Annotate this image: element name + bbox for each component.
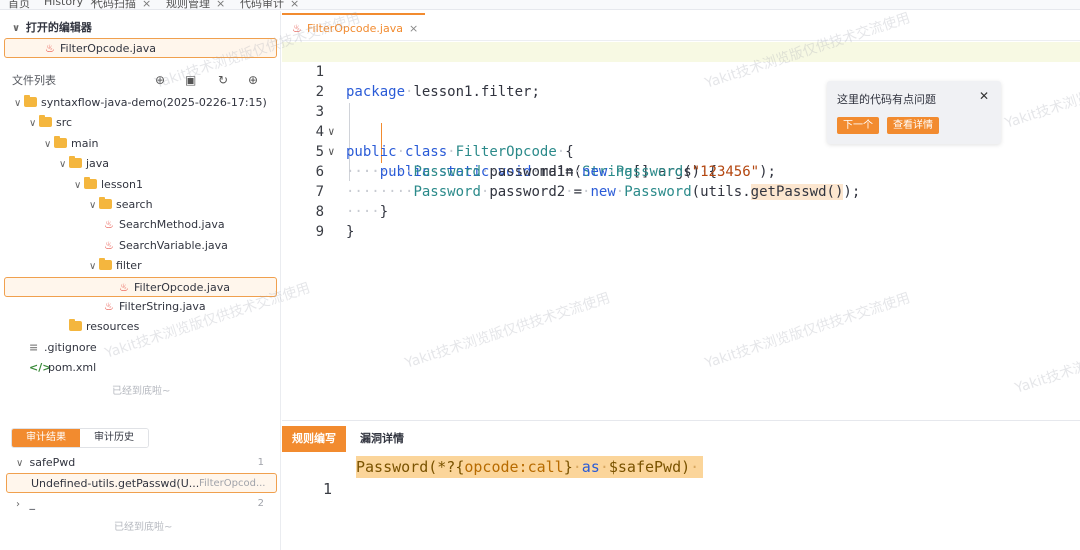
tree-item[interactable]: ♨ SearchVariable.java (104, 236, 228, 256)
folder-icon (69, 319, 82, 332)
rule-text: Password(*?{opcode:call}·as·$safePwd)· (356, 456, 704, 478)
code-line-1[interactable]: 1 package·lesson1.filter; (282, 42, 1080, 100)
tab-divider (282, 40, 1080, 41)
tree-item[interactable]: ∨ syntaxflow-java-demo(2025-0226-17:15) (14, 93, 267, 113)
result-group-underscore[interactable]: › _ 2 (16, 494, 278, 514)
tree-item[interactable]: resources (69, 317, 139, 337)
tooltip-message: 这里的代码有点问题 (837, 93, 936, 106)
code-line-8[interactable]: 8 } (282, 182, 1080, 240)
folder-icon (24, 95, 37, 107)
folder-icon (69, 156, 82, 169)
code-line-9[interactable]: 9 (282, 202, 1080, 240)
rules-panel: 规则编写 漏洞详情 1 Password(*?{opcode:call}·as·… (282, 420, 1080, 550)
tree-item[interactable]: ♨ FilterOpcode.java (4, 276, 277, 297)
refresh-icon[interactable]: ↻ (218, 73, 228, 87)
tab-rule-manage[interactable]: 规则管理 × (166, 0, 225, 9)
next-button[interactable]: 下一个 (837, 117, 879, 134)
results-end-text: 已经到底啦~ (114, 522, 173, 533)
tab-audit-result[interactable]: 审计结果 (12, 429, 80, 447)
close-icon[interactable]: × (216, 0, 225, 9)
code-line-6[interactable]: 6 ········Password·password2·=·new·Passw… (282, 142, 1080, 200)
chevron-down-icon: ∨ (29, 118, 37, 130)
close-icon[interactable]: × (142, 0, 151, 9)
result-file: FilterOpcod... (199, 478, 266, 489)
java-file-icon: ♨ (104, 238, 114, 252)
java-file-icon: ♨ (104, 218, 114, 232)
locate-icon[interactable]: ⊕ (155, 73, 165, 87)
chevron-down-icon: ∨ (44, 138, 52, 150)
tab-code-audit[interactable]: 代码审计 × (240, 0, 299, 9)
tree-item[interactable]: ∨ java (59, 154, 109, 174)
java-file-icon: ♨ (104, 300, 114, 313)
rule-editor-line[interactable]: 1 Password(*?{opcode:call}·as·$safePwd)· (282, 456, 1080, 498)
open-editors-header[interactable]: ∨ 打开的编辑器 (12, 19, 92, 35)
result-tabs: 审计结果 审计历史 (11, 428, 149, 448)
chevron-down-icon: ∨ (89, 261, 97, 273)
tree-end-text: 已经到底啦~ (112, 386, 171, 397)
java-file-icon: ♨ (119, 280, 129, 294)
chevron-down-icon: ∨ (14, 98, 22, 109)
java-file-icon: ♨ (292, 22, 302, 35)
editor-tab-filteropcode[interactable]: ♨ FilterOpcode.java × (282, 13, 425, 40)
tree-item[interactable]: ≡ .gitignore (29, 338, 97, 358)
tab-vuln-detail[interactable]: 漏洞详情 (350, 426, 414, 452)
close-icon[interactable]: ✕ (979, 89, 989, 103)
tree-item[interactable]: ∨ src (29, 113, 72, 133)
xml-file-icon: </> (29, 361, 52, 375)
code-line-7[interactable]: 7 ····} (282, 162, 1080, 220)
chevron-right-icon: › (16, 499, 20, 510)
code-editor: ♨ FilterOpcode.java × 1 package·lesson1.fi… (282, 11, 1080, 420)
tab-code-scan[interactable]: 代码扫描 × (92, 0, 151, 9)
issue-tooltip: 这里的代码有点问题 ✕ 下一个 查看详情 (827, 81, 1001, 144)
folder-icon (39, 115, 52, 128)
tree-item[interactable]: ∨ filter (89, 256, 142, 276)
result-count: 1 (257, 457, 264, 468)
tree-item[interactable]: </>pom.xml (29, 358, 96, 378)
tab-home[interactable]: 首页 (8, 0, 30, 9)
tab-rule-writing[interactable]: 规则编写 (282, 426, 346, 452)
add-icon[interactable]: ⊕ (248, 73, 258, 87)
tree-item[interactable]: ∨ lesson1 (74, 175, 143, 195)
chevron-down-icon: ∨ (16, 458, 24, 469)
folder-icon (99, 197, 112, 209)
chevron-down-icon: ∨ (89, 200, 97, 211)
folder-icon (99, 258, 112, 271)
tree-item[interactable]: ♨ SearchMethod.java (104, 215, 225, 235)
view-detail-button[interactable]: 查看详情 (887, 117, 939, 134)
tree-item[interactable]: ∨ search (89, 195, 153, 215)
result-group-safepwd[interactable]: ∨ safePwd 1 (16, 453, 278, 473)
tab-history[interactable]: History × (44, 0, 98, 8)
close-icon[interactable]: × (409, 22, 418, 35)
tab-audit-history[interactable]: 审计历史 (80, 429, 148, 447)
chevron-down-icon: ∨ (12, 23, 21, 34)
java-file-icon: ♨ (45, 42, 55, 55)
sidebar: ∨ 打开的编辑器 ♨ FilterOpcode.java 文件列表 ⊕ ▣ ↻ ⊕… (0, 11, 281, 550)
chevron-down-icon: ∨ (74, 179, 82, 191)
preview-icon[interactable]: ▣ (185, 73, 196, 87)
folder-icon (54, 135, 67, 148)
tree-item[interactable]: ♨ FilterString.java (104, 297, 206, 317)
close-icon[interactable]: × (290, 0, 299, 9)
file-list-header: 文件列表 (12, 74, 56, 87)
result-count: 2 (257, 498, 264, 509)
result-item[interactable]: Undefined-utils.getPasswd(U... FilterOpc… (6, 473, 277, 493)
open-editor-item[interactable]: ♨ FilterOpcode.java (4, 38, 277, 58)
chevron-down-icon: ∨ (59, 159, 67, 171)
tree-item[interactable]: ∨ main (44, 134, 98, 154)
top-tab-bar: 首页 History × 代码扫描 × 规则管理 × 代码审计 × (0, 0, 1080, 10)
folder-icon (84, 176, 97, 189)
text-file-icon: ≡ (29, 340, 39, 354)
code-line-2[interactable]: 2 (282, 62, 1080, 100)
